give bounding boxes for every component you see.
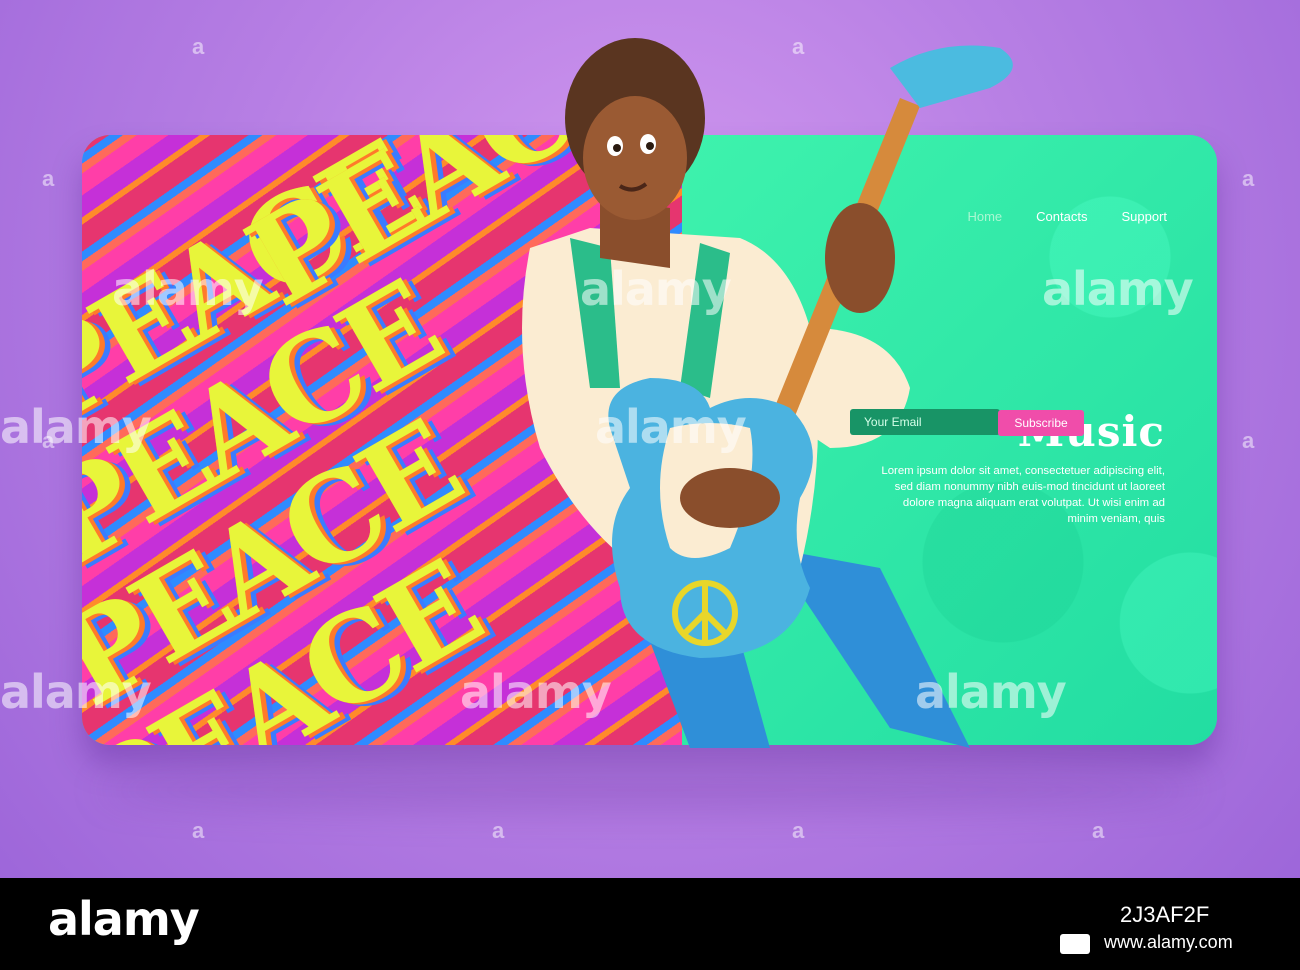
watermark-tile: a bbox=[42, 428, 55, 453]
watermark-logo: alamy bbox=[0, 665, 152, 719]
watermark-logo: alamy bbox=[112, 262, 264, 316]
stock-footer: alamy 2J3AF2F www.alamy.com bbox=[0, 878, 1300, 970]
watermark-logo: alamy bbox=[460, 665, 612, 719]
email-input[interactable] bbox=[850, 409, 1000, 435]
banner-stage: PEACE PEACE PEACE PEACE PEACE Home Conta… bbox=[0, 0, 1300, 878]
image-id: 2J3AF2F bbox=[1120, 902, 1210, 927]
watermark-tile: a bbox=[192, 818, 205, 843]
watermark-tile: a bbox=[792, 818, 805, 843]
nav-support-link[interactable]: Support bbox=[1121, 209, 1167, 224]
watermark-tile: a bbox=[42, 166, 55, 191]
watermark-logo: alamy bbox=[580, 262, 732, 316]
card-shadow bbox=[100, 770, 1200, 810]
watermark-tile: a bbox=[492, 818, 505, 843]
guitarist-illustration bbox=[522, 38, 1013, 748]
watermark-tile: a bbox=[1242, 166, 1255, 191]
watermark-logo: alamy bbox=[0, 400, 152, 454]
footer-url: www.alamy.com bbox=[1104, 932, 1233, 952]
watermark-tile: a bbox=[1092, 818, 1105, 843]
watermark-logo: alamy bbox=[915, 665, 1067, 719]
subscribe-button[interactable]: Subscribe bbox=[998, 410, 1084, 436]
watermark-logo: alamy bbox=[1042, 262, 1194, 316]
watermark-tile: a bbox=[1242, 428, 1255, 453]
tag-icon bbox=[1060, 934, 1090, 954]
watermark-tile: a bbox=[192, 34, 205, 59]
nav-contacts-link[interactable]: Contacts bbox=[1036, 209, 1087, 224]
watermark-tile: a bbox=[792, 34, 805, 59]
footer-logo: alamy bbox=[48, 892, 200, 946]
watermark-logo: alamy bbox=[595, 400, 747, 454]
